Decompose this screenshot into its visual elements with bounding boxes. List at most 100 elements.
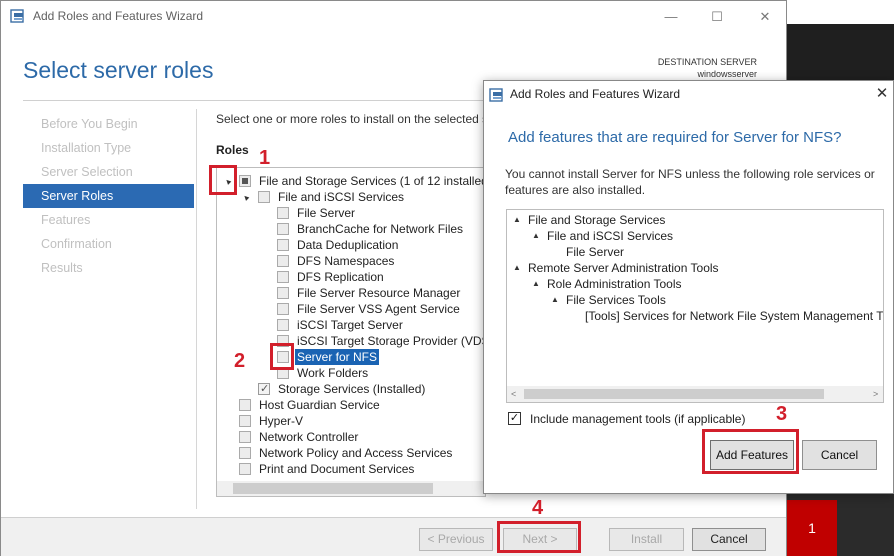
cancel-button[interactable]: Cancel xyxy=(692,528,766,551)
feature-label: File Services Tools xyxy=(566,293,666,307)
tree-row[interactable]: DFS Replication xyxy=(217,269,485,285)
checkbox[interactable] xyxy=(277,303,289,315)
collapse-arrow-icon[interactable]: ▲ xyxy=(532,276,540,292)
roles-tree[interactable]: ▲ File and Storage Services (1 of 12 ins… xyxy=(216,167,486,497)
nav-installation-type[interactable]: Installation Type xyxy=(23,136,194,160)
feature-label: File Server xyxy=(566,245,625,259)
scroll-right-icon[interactable]: > xyxy=(873,389,878,399)
role-label: File and Storage Services (1 of 12 insta… xyxy=(259,174,486,188)
role-label: iSCSI Target Storage Provider (VDS a xyxy=(297,334,486,348)
tree-row[interactable]: Work Folders xyxy=(217,365,485,381)
scrollbar-thumb[interactable] xyxy=(233,483,433,494)
checkbox[interactable] xyxy=(277,207,289,219)
role-label: File and iSCSI Services xyxy=(278,190,405,204)
feature-label: Role Administration Tools xyxy=(547,277,682,291)
feature-label: Remote Server Administration Tools xyxy=(528,261,719,275)
tree-row[interactable]: iSCSI Target Server xyxy=(217,317,485,333)
annotation-box-step2 xyxy=(270,343,294,370)
wizard-app-icon xyxy=(10,9,24,23)
roles-label: Roles xyxy=(216,143,249,157)
checkbox[interactable] xyxy=(239,415,251,427)
list-item: File Server xyxy=(566,244,624,260)
background-badge: 1 xyxy=(787,500,837,556)
previous-button[interactable]: < Previous xyxy=(419,528,493,551)
collapse-arrow-icon[interactable]: ▲ xyxy=(513,212,521,228)
tree-row[interactable]: Host Guardian Service xyxy=(217,397,485,413)
annotation-box-step1 xyxy=(209,165,237,195)
minimize-icon[interactable]: — xyxy=(661,7,681,27)
checkbox[interactable] xyxy=(277,319,289,331)
expand-arrow-icon[interactable]: ▲ xyxy=(238,188,256,206)
checkbox[interactable] xyxy=(277,223,289,235)
role-label: Data Deduplication xyxy=(297,238,399,252)
checkbox[interactable] xyxy=(258,191,270,203)
role-label: iSCSI Target Server xyxy=(297,318,403,332)
feature-label: File and iSCSI Services xyxy=(547,229,674,243)
annotation-box-step4 xyxy=(497,521,581,553)
nav-confirmation[interactable]: Confirmation xyxy=(23,232,194,256)
role-label: DFS Replication xyxy=(297,270,384,284)
checkbox[interactable] xyxy=(239,447,251,459)
role-label: Network Policy and Access Services xyxy=(259,446,453,460)
nav-before-you-begin[interactable]: Before You Begin xyxy=(23,112,194,136)
checkbox[interactable] xyxy=(239,399,251,411)
tree-row[interactable]: Network Policy and Access Services xyxy=(217,445,485,461)
collapse-arrow-icon[interactable]: ▲ xyxy=(532,228,540,244)
close-icon[interactable]: ✕ xyxy=(755,7,775,27)
tree-row[interactable]: File Server VSS Agent Service xyxy=(217,301,485,317)
nav-server-selection[interactable]: Server Selection xyxy=(23,160,194,184)
tree-row[interactable]: Storage Services (Installed) xyxy=(217,381,485,397)
page-title: Select server roles xyxy=(23,57,214,83)
window-title: Add Roles and Features Wizard xyxy=(33,9,204,23)
install-button[interactable]: Install xyxy=(609,528,684,551)
checkbox[interactable] xyxy=(239,175,251,187)
checkbox[interactable] xyxy=(277,255,289,267)
tree-row[interactable]: Hyper-V xyxy=(217,413,485,429)
maximize-icon[interactable]: ☐ xyxy=(707,7,727,27)
checkbox[interactable] xyxy=(277,239,289,251)
tree-row[interactable]: BranchCache for Network Files xyxy=(217,221,485,237)
tree-row[interactable]: ▲ File and Storage Services (1 of 12 ins… xyxy=(217,173,485,189)
tree-row[interactable]: ▲ File and iSCSI Services xyxy=(217,189,485,205)
checkbox[interactable] xyxy=(277,271,289,283)
annotation-number-step2: 2 xyxy=(234,350,246,372)
checkbox[interactable] xyxy=(258,381,270,397)
role-label: Work Folders xyxy=(297,366,369,380)
tree-row[interactable]: File Server xyxy=(217,205,485,221)
role-label: File Server xyxy=(297,206,356,220)
nav-results[interactable]: Results xyxy=(23,256,194,280)
nav-server-roles[interactable]: Server Roles xyxy=(23,184,194,208)
close-icon[interactable]: ✕ xyxy=(874,84,890,102)
checkbox[interactable] xyxy=(239,463,251,475)
destination-server-label: DESTINATION SERVER xyxy=(657,57,757,67)
collapse-arrow-icon[interactable]: ▲ xyxy=(513,260,521,276)
dialog-cancel-button[interactable]: Cancel xyxy=(802,440,877,470)
required-features-list[interactable]: ▲ File and Storage Services ▲ File and i… xyxy=(506,209,884,403)
role-label: Server for NFS xyxy=(295,349,380,365)
tree-row-server-for-nfs[interactable]: Server for NFS xyxy=(217,349,485,365)
background-window xyxy=(787,0,894,24)
tree-row[interactable]: File Server Resource Manager xyxy=(217,285,485,301)
nav-features[interactable]: Features xyxy=(23,208,194,232)
dialog-heading: Add features that are required for Serve… xyxy=(508,129,842,146)
role-label: DFS Namespaces xyxy=(297,254,395,268)
tree-row[interactable]: Data Deduplication xyxy=(217,237,485,253)
tree-row[interactable]: DFS Namespaces xyxy=(217,253,485,269)
dialog-title: Add Roles and Features Wizard xyxy=(510,87,681,101)
tree-row[interactable]: iSCSI Target Storage Provider (VDS a xyxy=(217,333,485,349)
collapse-arrow-icon[interactable]: ▲ xyxy=(551,292,559,308)
checkbox[interactable] xyxy=(277,287,289,299)
include-tools-checkbox[interactable]: ✓ xyxy=(508,412,521,425)
dialog-message: You cannot install Server for NFS unless… xyxy=(505,167,875,197)
annotation-box-step3 xyxy=(702,429,799,474)
tree-row[interactable]: Network Controller xyxy=(217,429,485,445)
checkbox[interactable] xyxy=(239,431,251,443)
title-bar: Add Roles and Features Wizard — ☐ ✕ xyxy=(1,1,786,32)
role-label: BranchCache for Network Files xyxy=(297,222,464,236)
destination-server-value: windowsserver xyxy=(697,69,757,79)
instruction-text: Select one or more roles to install on t… xyxy=(216,112,486,126)
scroll-left-icon[interactable]: < xyxy=(511,389,516,399)
role-label: Storage Services (Installed) xyxy=(278,382,426,396)
scrollbar-thumb[interactable] xyxy=(524,389,824,399)
tree-row[interactable]: Print and Document Services xyxy=(217,461,485,477)
